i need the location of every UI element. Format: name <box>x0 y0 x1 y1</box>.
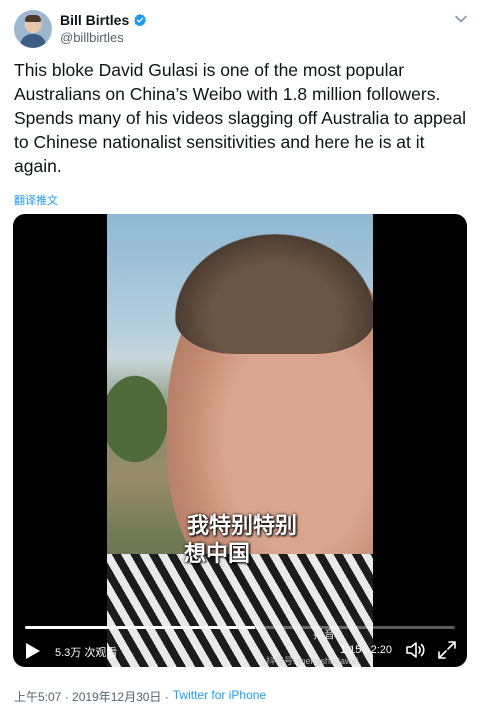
video-hair <box>175 234 373 354</box>
author-display-name[interactable]: Bill Birtles <box>60 12 129 28</box>
tweet-source[interactable]: Twitter for iPhone <box>173 688 266 705</box>
volume-icon[interactable] <box>405 640 427 660</box>
video-time: 1:15 / 2:20 <box>340 644 392 656</box>
video-progress-bar[interactable] <box>25 626 455 629</box>
play-icon[interactable] <box>25 642 41 660</box>
verified-badge-icon <box>134 13 147 27</box>
video-progress-fill <box>25 626 256 629</box>
tweet-text: This bloke David Gulasi is one of the mo… <box>14 60 467 176</box>
video-controls: 5.3万 次观看 1:15 / 2:20 <box>13 638 467 662</box>
video-player[interactable]: 我特别特别 想中国 抖音 抖音号: mengshudawei 5.3万 次观看 … <box>13 214 467 667</box>
translate-tweet-link[interactable]: 翻译推文 <box>14 192 58 208</box>
tweet: Bill Birtles @billbirtles This bloke Dav… <box>0 0 480 716</box>
tweet-timestamp[interactable]: 上午5:07 · 2019年12月30日 · <box>14 688 169 705</box>
author-handle[interactable]: @billbirtles <box>60 30 124 45</box>
avatar-shirt <box>20 34 46 48</box>
view-count: 5.3万 次观看 <box>55 647 118 659</box>
avatar-hair <box>25 15 41 22</box>
expand-icon[interactable] <box>437 640 457 660</box>
tweet-meta: 上午5:07 · 2019年12月30日 · Twitter for iPhon… <box>14 688 266 705</box>
video-subtitle-line2: 想中国 <box>183 542 250 567</box>
chevron-down-icon[interactable] <box>454 12 468 26</box>
video-frame: 我特别特别 想中国 <box>107 214 373 667</box>
avatar[interactable] <box>14 10 52 48</box>
author-name-row: Bill Birtles <box>60 12 147 28</box>
